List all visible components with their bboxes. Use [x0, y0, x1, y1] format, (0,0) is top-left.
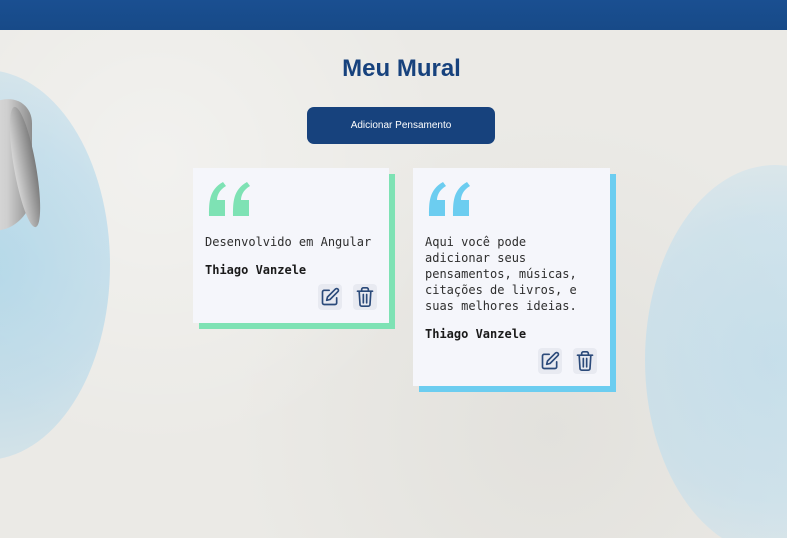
delete-button[interactable]	[573, 348, 597, 374]
card-text-line: Aqui você pode	[425, 235, 527, 249]
top-bar	[0, 0, 787, 30]
thought-card: Desenvolvido em Angular Thiago Vanzele	[193, 168, 389, 323]
edit-icon	[321, 287, 340, 306]
card-text: Desenvolvido em Angular	[205, 235, 372, 249]
trash-icon	[576, 351, 594, 371]
quote-icon	[429, 182, 470, 216]
trash-icon	[356, 287, 374, 307]
quote-icon	[209, 182, 250, 216]
page-title: Meu Mural	[342, 55, 461, 82]
decorative-blob-right	[645, 165, 787, 538]
card-text-line: suas melhores ideias.	[425, 299, 577, 313]
add-thought-button[interactable]: Adicionar Pensamento	[307, 107, 495, 144]
card-author: Thiago Vanzele	[205, 263, 307, 277]
thought-card: Aqui você pode adicionar seus pensamento…	[413, 168, 610, 386]
edit-button[interactable]	[318, 284, 342, 310]
edit-icon	[541, 351, 560, 370]
edit-button[interactable]	[538, 348, 562, 374]
card-text-line: citações de livros, e	[425, 283, 577, 297]
card-text-line: adicionar seus	[425, 251, 527, 265]
card-author: Thiago Vanzele	[425, 327, 527, 341]
delete-button[interactable]	[353, 284, 377, 310]
card-text: Aqui você pode adicionar seus pensamento…	[425, 234, 577, 314]
card-text-line: pensamentos, músicas,	[425, 267, 577, 281]
page: Meu Mural Adicionar Pensamento Desenvolv…	[0, 0, 787, 538]
